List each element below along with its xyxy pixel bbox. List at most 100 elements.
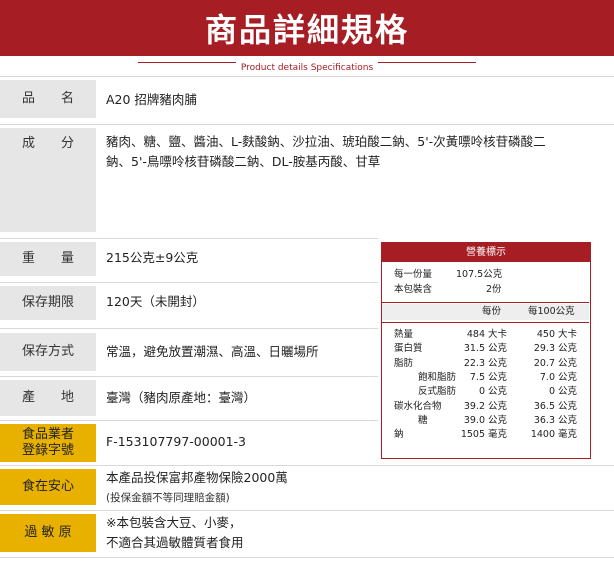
spec-value-weight: 215公克±9公克 [106,250,199,265]
row-divider [0,420,378,421]
nutrient-per-serving-unit: 大卡 [488,329,508,340]
nutrient-per-serving-unit: 公克 [488,343,508,355]
spec-value-shelf-life: 120天（未開封） [106,294,205,309]
spec-label-shelf-life: 保存期限 [0,286,96,320]
serving-size-label: 每一份量 [394,269,433,280]
row-divider [0,557,614,558]
nutrition-row: 蛋白質 31.5 公克 29.3 公克 [382,342,589,356]
nutrient-name: 糖 [418,414,428,426]
nutrient-per-100g-value: 29.3 [533,343,555,355]
nutrition-title: 營養標示 [382,243,590,262]
nutrient-per-serving-value: 0 [478,386,485,398]
serving-size-value: 107.5公克 [456,269,503,280]
nutrition-row: 碳水化合物 39.2 公克 36.5 公克 [382,400,589,414]
nutrition-divider [382,322,589,323]
spec-value-insurance: 本產品投保富邦產物保險2000萬 (投保金額不等同理賠金額) [106,468,526,508]
allergen-line-1: ※本包裝含大豆、小麥， [106,515,242,530]
nutrient-per-100g-value: 36.5 [533,400,555,412]
nutrition-row: 熱量 484 大卡 450 大卡 [382,328,589,342]
column-per-serving: 每份 [482,306,502,317]
nutrient-per-serving-unit: 公克 [488,414,508,426]
nutrient-per-100g-value: 7.0 [539,371,555,383]
spec-value-storage: 常溫，避免放置潮濕、高溫、日曬場所 [106,344,319,359]
nutrition-row: 脂肪 22.3 公克 20.7 公克 [382,357,589,371]
nutrient-name: 鈉 [394,429,404,441]
spec-value-origin: 臺灣（豬肉原產地：臺灣） [106,390,257,405]
nutrition-row: 糖 39.0 公克 36.3 公克 [382,414,589,428]
nutrition-serving-row: 每一份量 107.5公克 [382,268,589,282]
nutrient-per-serving-value: 22.3 [463,357,485,369]
row-divider [0,76,614,77]
nutrient-per-serving-unit: 毫克 [488,429,508,441]
spec-value-allergen: ※本包裝含大豆、小麥， 不適合其過敏體質者食用 [106,513,526,553]
nutrition-column-headers: 每份 每100公克 [382,305,589,319]
nutrition-servings-row: 本包裝含 2份 [382,283,589,297]
nutrient-per-100g-unit: 公克 [558,357,578,369]
nutrient-per-serving-value: 31.5 [463,343,485,355]
registration-label-line-2: 登錄字號 [21,443,74,458]
spec-label-registration: 食品業者 登錄字號 [0,424,96,462]
nutrient-per-serving-unit: 公克 [488,400,508,412]
nutrient-name: 脂肪 [394,357,414,369]
nutrition-row: 反式脂肪 0 公克 0 公克 [382,385,589,399]
insurance-line-2: (投保金額不等同理賠金額) [106,492,230,504]
nutrient-per-100g-unit: 公克 [558,371,578,383]
row-divider [0,510,614,511]
allergen-line-2: 不適合其過敏體質者食用 [106,535,244,550]
ingredients-line-1: 豬肉、糖、鹽、醬油、L-麩酸鈉、沙拉油、琥珀酸二鈉、5'-次黃嘌呤核苷磷酸二 [106,134,546,149]
nutrient-per-serving-unit: 公克 [488,357,508,369]
nutrient-name: 蛋白質 [394,343,423,355]
page-title: 商品詳細規格 [204,11,409,49]
nutrient-name: 熱量 [394,329,414,340]
nutrient-per-100g-value: 1400 [530,429,555,441]
header-banner: 商品詳細規格 [0,0,614,56]
spec-label-insurance: 食在安心 [0,469,96,505]
spec-label-weight: 重 量 [0,242,96,276]
row-divider [0,376,378,377]
spec-label-name: 品 名 [0,80,96,118]
nutrition-row: 鈉 1505 毫克 1400 毫克 [382,428,589,442]
header-subtitle-bar: Product details Specifications [0,55,614,75]
nutrient-per-100g-unit: 毫克 [558,429,578,441]
nutrient-per-serving-value: 1505 [460,429,485,441]
nutrient-per-100g-unit: 公克 [558,386,578,398]
spec-label-origin: 產 地 [0,380,96,416]
spec-label-storage: 保存方式 [0,333,96,371]
ingredients-line-2: 鈉、5'-鳥嘌呤核苷磷酸二鈉、DL-胺基丙酸、甘草 [106,154,381,169]
nutrient-name: 飽和脂肪 [418,371,457,383]
row-divider [0,282,378,283]
nutrient-per-serving-unit: 公克 [488,386,508,398]
nutrition-row: 飽和脂肪 7.5 公克 7.0 公克 [382,371,589,385]
nutrient-per-serving-value: 39.0 [463,414,485,426]
spec-value-ingredients: 豬肉、糖、鹽、醬油、L-麩酸鈉、沙拉油、琥珀酸二鈉、5'-次黃嘌呤核苷磷酸二 鈉… [106,132,606,172]
nutrient-per-100g-value: 0 [548,386,555,398]
nutrient-per-serving-value: 39.2 [463,400,485,412]
nutrition-divider [382,302,589,303]
nutrient-name: 反式脂肪 [418,386,457,398]
servings-per-pack-label: 本包裝含 [394,284,433,295]
spec-label-allergen: 過 敏 原 [0,514,96,552]
nutrient-per-100g-unit: 公克 [558,414,578,426]
row-divider [0,328,378,329]
nutrient-per-100g-value: 450 [536,329,555,340]
row-divider [0,124,614,125]
nutrient-per-100g-value: 20.7 [533,357,555,369]
spec-label-ingredients: 成 分 [0,128,96,232]
nutrient-per-serving-value: 484 [466,329,485,340]
row-divider [0,465,614,466]
spec-value-registration: F-153107797-00001-3 [106,434,247,449]
nutrient-per-100g-unit: 公克 [558,343,578,355]
servings-per-pack-value: 2份 [486,284,502,295]
nutrient-per-serving-unit: 公克 [488,371,508,383]
insurance-line-1: 本產品投保富邦產物保險2000萬 [106,470,288,485]
registration-label-line-1: 食品業者 [21,427,74,442]
nutrition-table: 營養標示 每一份量 107.5公克 本包裝含 2份 每份 每100公克 熱量 48… [381,242,591,459]
page-subtitle: Product details Specifications [235,61,379,75]
nutrient-name: 碳水化合物 [394,400,442,412]
row-divider [0,238,378,239]
nutrient-per-serving-value: 7.5 [469,371,485,383]
nutrient-per-100g-value: 36.3 [533,414,555,426]
nutrient-per-100g-unit: 公克 [558,400,578,412]
nutrient-per-100g-unit: 大卡 [558,329,578,340]
spec-value-name: A20 招牌豬肉脯 [106,92,197,107]
